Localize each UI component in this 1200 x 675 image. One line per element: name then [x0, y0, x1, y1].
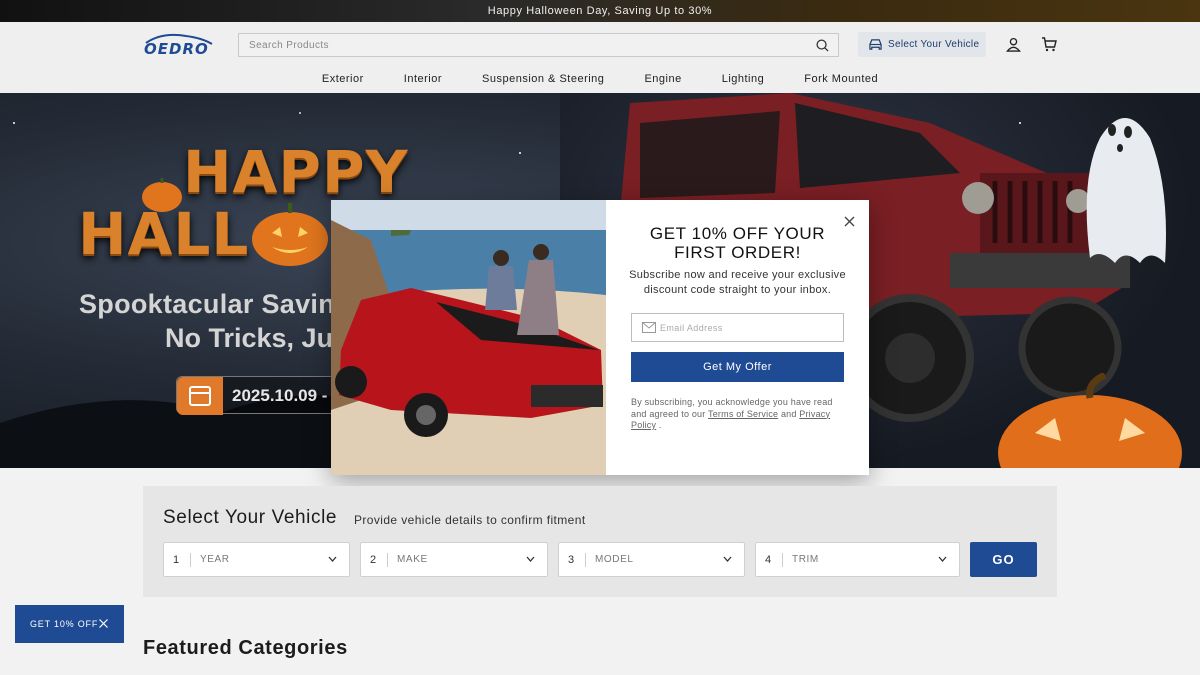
- chevron-down-icon: [526, 556, 535, 562]
- go-button[interactable]: GO: [970, 542, 1037, 577]
- nav-item-exterior[interactable]: Exterior: [322, 73, 364, 89]
- jack-o-lantern-icon: [252, 203, 328, 266]
- popup-subtitle: Subscribe now and receive your exclusive…: [629, 269, 846, 296]
- make-step-number: 2: [370, 554, 377, 566]
- ghost-icon: [1086, 118, 1166, 263]
- featured-categories-heading: Featured Categories: [143, 637, 348, 659]
- hero-subtitle-line1: Spooktacular Saving: [79, 289, 352, 319]
- legal-suffix: .: [658, 420, 662, 430]
- divider: [585, 553, 586, 567]
- get-my-offer-button[interactable]: Get My Offer: [631, 352, 844, 382]
- year-select-label: YEAR: [200, 554, 230, 565]
- trim-step-number: 4: [765, 554, 772, 566]
- date-range: 2025.10.09 -: [232, 386, 328, 405]
- year-select[interactable]: 1 YEAR: [163, 542, 350, 577]
- divider: [782, 553, 783, 567]
- calendar-icon: [177, 377, 223, 415]
- close-icon[interactable]: [99, 619, 108, 628]
- jack-o-lantern-large-icon: [998, 373, 1182, 468]
- search-bar: [238, 33, 839, 57]
- account-icon[interactable]: [1006, 37, 1021, 52]
- nav-item-engine[interactable]: Engine: [644, 73, 681, 89]
- email-field[interactable]: [660, 314, 840, 341]
- chevron-down-icon: [723, 556, 732, 562]
- logo-text: OEDRO: [144, 40, 209, 57]
- cart-icon[interactable]: [1041, 37, 1057, 52]
- divider: [387, 553, 388, 567]
- legal-and: and: [780, 408, 797, 419]
- search-input[interactable]: [239, 34, 799, 56]
- trim-select[interactable]: 4 TRIM: [755, 542, 960, 577]
- vehicle-selector-title: Select Your Vehicle: [163, 507, 338, 528]
- model-step-number: 3: [568, 554, 575, 566]
- nav-item-suspension-steering[interactable]: Suspension & Steering: [482, 73, 604, 89]
- announcement-bar: Happy Halloween Day, Saving Up to 30%: [0, 0, 1200, 22]
- discount-badge-label: GET 10% OFF: [30, 619, 99, 629]
- nav-item-lighting[interactable]: Lighting: [722, 73, 765, 89]
- nav-item-interior[interactable]: Interior: [404, 73, 442, 89]
- announcement-text: Happy Halloween Day, Saving Up to 30%: [487, 5, 713, 17]
- popup-title: GET 10% OFF YOUR FIRST ORDER!: [649, 224, 826, 262]
- select-vehicle-button[interactable]: Select Your Vehicle: [858, 32, 986, 57]
- popup-legal-text: By subscribing, you acknowledge you have…: [631, 397, 849, 432]
- model-select[interactable]: 3 MODEL: [558, 542, 745, 577]
- chevron-down-icon: [328, 556, 337, 562]
- year-step-number: 1: [173, 554, 180, 566]
- email-field-wrapper: [631, 313, 844, 342]
- mail-icon: [642, 322, 656, 333]
- trim-select-label: TRIM: [792, 554, 819, 565]
- discount-badge[interactable]: GET 10% OFF: [15, 605, 124, 643]
- popup-truck-beach-image: [331, 200, 606, 475]
- discount-popup: GET 10% OFF YOUR FIRST ORDER! Subscribe …: [331, 200, 869, 475]
- make-select-label: MAKE: [397, 554, 428, 565]
- terms-of-service-link[interactable]: Terms of Service: [708, 409, 778, 419]
- vehicle-selector-subtitle: Provide vehicle details to confirm fitme…: [354, 513, 586, 527]
- vehicle-selector: Select Your Vehicle Provide vehicle deta…: [143, 486, 1057, 597]
- nav-item-fork-mounted[interactable]: Fork Mounted: [804, 73, 878, 89]
- chevron-down-icon: [938, 556, 947, 562]
- make-select[interactable]: 2 MAKE: [360, 542, 548, 577]
- pumpkin-icon: [142, 178, 182, 212]
- model-select-label: MODEL: [595, 554, 634, 565]
- search-icon[interactable]: [816, 39, 829, 52]
- main-nav: Exterior Interior Suspension & Steering …: [0, 73, 1200, 89]
- car-icon: [869, 39, 882, 50]
- hero-subtitle-line2: No Tricks, Jus: [165, 323, 349, 353]
- divider: [190, 553, 191, 567]
- select-vehicle-label: Select Your Vehicle: [888, 39, 980, 50]
- site-header: OEDRO Select Your Vehicle Exterior Inter…: [0, 22, 1200, 93]
- oedro-logo[interactable]: OEDRO: [142, 33, 216, 57]
- popup-content: GET 10% OFF YOUR FIRST ORDER! Subscribe …: [606, 200, 869, 475]
- hero-title-line1: HAPPY: [183, 138, 409, 206]
